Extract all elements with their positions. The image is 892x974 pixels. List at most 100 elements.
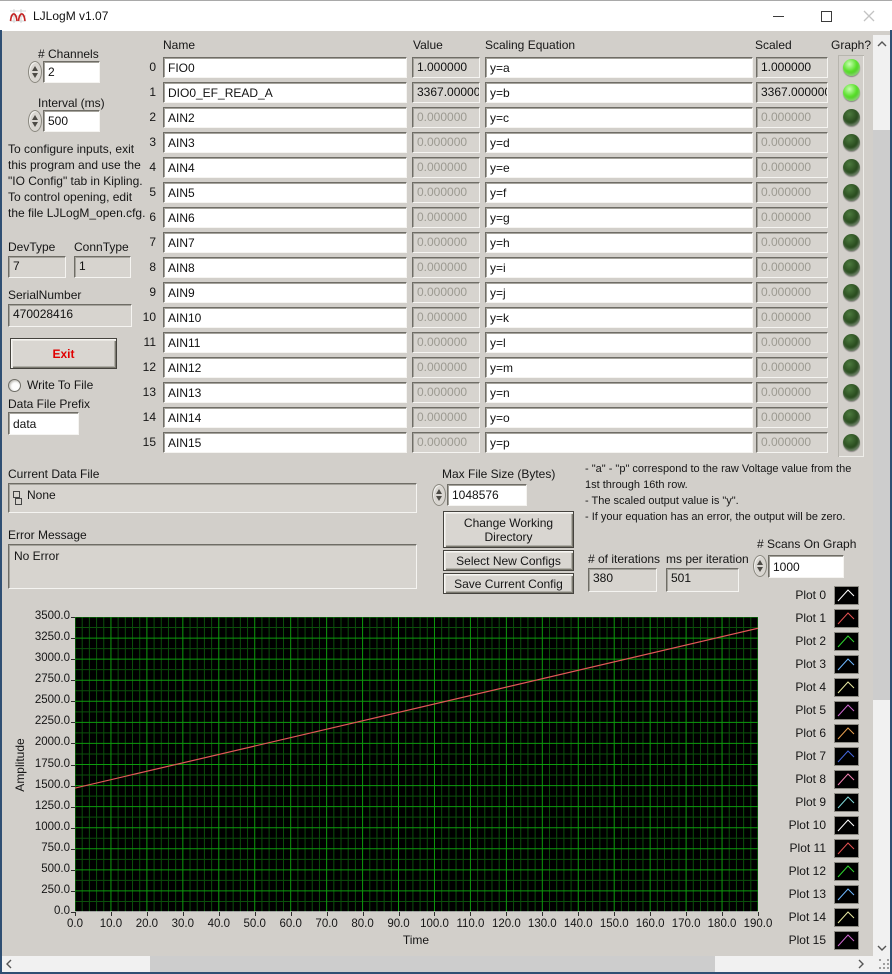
channel-name-input[interactable] — [163, 257, 407, 278]
scroll-up-arrow[interactable] — [873, 35, 891, 52]
scaling-equation-input[interactable] — [485, 382, 753, 403]
scaling-equation-input[interactable] — [485, 307, 753, 328]
channel-name-input[interactable] — [163, 332, 407, 353]
channel-name-input[interactable] — [163, 107, 407, 128]
exit-button[interactable]: Exit — [10, 338, 117, 369]
graph-led[interactable] — [843, 284, 860, 301]
scaling-equation-input[interactable] — [485, 332, 753, 353]
channel-scaled-field: 1.000000 — [756, 57, 828, 78]
legend-plot-sample[interactable] — [834, 724, 859, 743]
scaling-equation-input[interactable] — [485, 157, 753, 178]
spin-down-icon[interactable] — [757, 567, 763, 572]
maximize-button[interactable] — [803, 1, 849, 31]
scaling-equation-input[interactable] — [485, 132, 753, 153]
spin-up-icon[interactable] — [757, 560, 763, 565]
scaling-equation-input[interactable] — [485, 432, 753, 453]
channel-name-input[interactable] — [163, 307, 407, 328]
graph-led[interactable] — [843, 434, 860, 451]
legend-plot-sample[interactable] — [834, 862, 859, 881]
graph-led[interactable] — [843, 234, 860, 251]
spin-up-icon[interactable] — [436, 489, 442, 494]
graph-led[interactable] — [843, 159, 860, 176]
scans-spinner[interactable] — [753, 555, 767, 577]
legend-plot-sample[interactable] — [834, 701, 859, 720]
legend-plot-sample[interactable] — [834, 793, 859, 812]
graph-led[interactable] — [843, 409, 860, 426]
scaling-equation-input[interactable] — [485, 107, 753, 128]
channel-name-input[interactable] — [163, 182, 407, 203]
channel-name-input[interactable] — [163, 207, 407, 228]
legend-plot-sample[interactable] — [834, 586, 859, 605]
horizontal-scrollbar[interactable] — [0, 956, 869, 972]
legend-plot-sample[interactable] — [834, 678, 859, 697]
channel-name-input[interactable] — [163, 132, 407, 153]
scaling-equation-input[interactable] — [485, 82, 753, 103]
channel-name-input[interactable] — [163, 407, 407, 428]
spin-down-icon[interactable] — [32, 73, 38, 78]
interval-input[interactable] — [43, 110, 100, 132]
graph-led[interactable] — [843, 309, 860, 326]
scroll-down-arrow[interactable] — [873, 939, 891, 956]
path-type-icon[interactable] — [12, 491, 22, 507]
channel-name-input[interactable] — [163, 432, 407, 453]
channel-name-input[interactable] — [163, 157, 407, 178]
legend-plot-sample[interactable] — [834, 816, 859, 835]
legend-plot-sample[interactable] — [834, 632, 859, 651]
select-new-configs-button[interactable]: Select New Configs — [443, 550, 574, 571]
horizontal-scroll-thumb[interactable] — [150, 956, 715, 972]
graph-led[interactable] — [843, 209, 860, 226]
scaling-equation-input[interactable] — [485, 207, 753, 228]
scaling-equation-input[interactable] — [485, 407, 753, 428]
channel-name-input[interactable] — [163, 282, 407, 303]
change-working-directory-button[interactable]: Change Working Directory — [443, 511, 574, 548]
channel-name-input[interactable] — [163, 232, 407, 253]
graph-led[interactable] — [843, 384, 860, 401]
legend-plot-sample[interactable] — [834, 931, 859, 950]
legend-plot-sample[interactable] — [834, 655, 859, 674]
spin-up-icon[interactable] — [32, 66, 38, 71]
scaling-equation-input[interactable] — [485, 182, 753, 203]
graph-led[interactable] — [843, 184, 860, 201]
data-file-prefix-input[interactable] — [8, 412, 79, 435]
write-to-file-radio[interactable] — [8, 379, 21, 392]
legend-plot-sample[interactable] — [834, 839, 859, 858]
scaling-equation-input[interactable] — [485, 357, 753, 378]
vertical-scroll-thumb[interactable] — [873, 130, 891, 700]
scaling-equation-input[interactable] — [485, 282, 753, 303]
graph-led[interactable] — [843, 109, 860, 126]
graph-led[interactable] — [843, 334, 860, 351]
scaling-equation-input[interactable] — [485, 232, 753, 253]
graph-led[interactable] — [843, 134, 860, 151]
vertical-scrollbar[interactable] — [873, 35, 891, 956]
channel-name-input[interactable] — [163, 382, 407, 403]
save-current-config-button[interactable]: Save Current Config — [443, 573, 574, 594]
scroll-left-arrow[interactable] — [0, 956, 17, 972]
channel-name-input[interactable] — [163, 82, 407, 103]
graph-led[interactable] — [843, 359, 860, 376]
graph-led[interactable] — [843, 259, 860, 276]
spin-down-icon[interactable] — [32, 122, 38, 127]
legend-plot-sample[interactable] — [834, 770, 859, 789]
channels-spinner[interactable] — [28, 61, 42, 83]
spin-up-icon[interactable] — [32, 115, 38, 120]
channels-input[interactable] — [43, 61, 100, 83]
legend-plot-sample[interactable] — [834, 747, 859, 766]
max-file-size-spinner[interactable] — [432, 484, 446, 506]
channel-name-input[interactable] — [163, 357, 407, 378]
minimize-button[interactable] — [755, 1, 801, 31]
close-button[interactable] — [846, 1, 892, 31]
spin-down-icon[interactable] — [436, 496, 442, 501]
scans-input[interactable] — [768, 555, 844, 578]
legend-plot-sample[interactable] — [834, 609, 859, 628]
channel-name-input[interactable] — [163, 57, 407, 78]
scroll-right-arrow[interactable] — [852, 956, 869, 972]
legend-plot-sample[interactable] — [834, 885, 859, 904]
max-file-size-input[interactable] — [447, 484, 527, 506]
graph-led[interactable] — [843, 84, 860, 101]
scaling-equation-input[interactable] — [485, 257, 753, 278]
legend-plot-sample[interactable] — [834, 908, 859, 927]
graph-led[interactable] — [843, 59, 860, 76]
resize-grip[interactable] — [869, 956, 892, 972]
interval-spinner[interactable] — [28, 110, 42, 132]
scaling-equation-input[interactable] — [485, 57, 753, 78]
